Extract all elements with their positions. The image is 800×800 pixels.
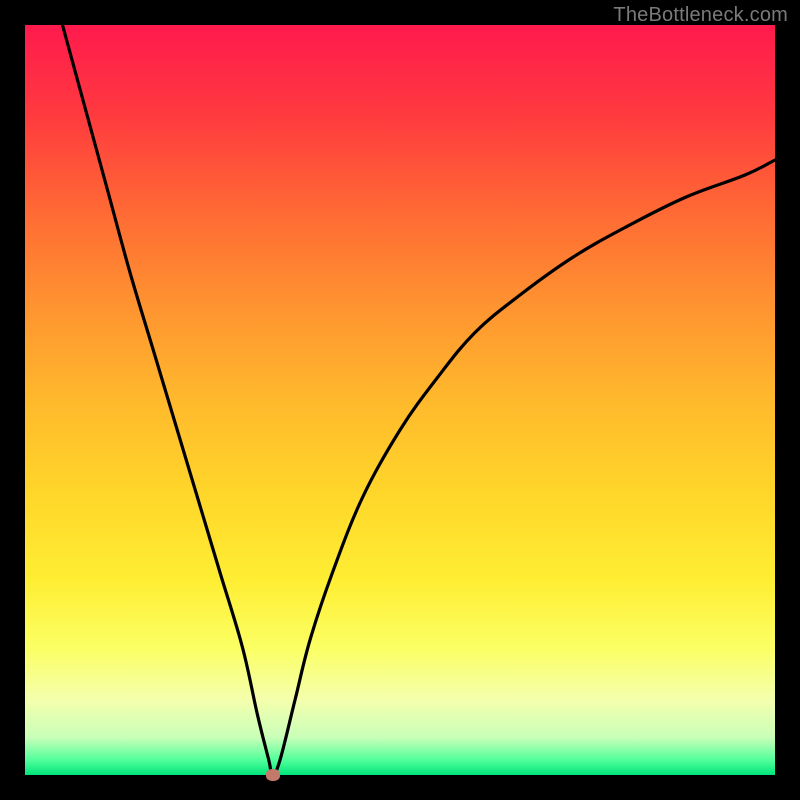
curve-svg (25, 25, 775, 775)
bottleneck-curve (63, 25, 776, 775)
watermark-text: TheBottleneck.com (613, 4, 788, 27)
plot-area (25, 25, 775, 775)
optimum-marker (266, 769, 280, 781)
chart-frame: TheBottleneck.com (0, 0, 800, 800)
